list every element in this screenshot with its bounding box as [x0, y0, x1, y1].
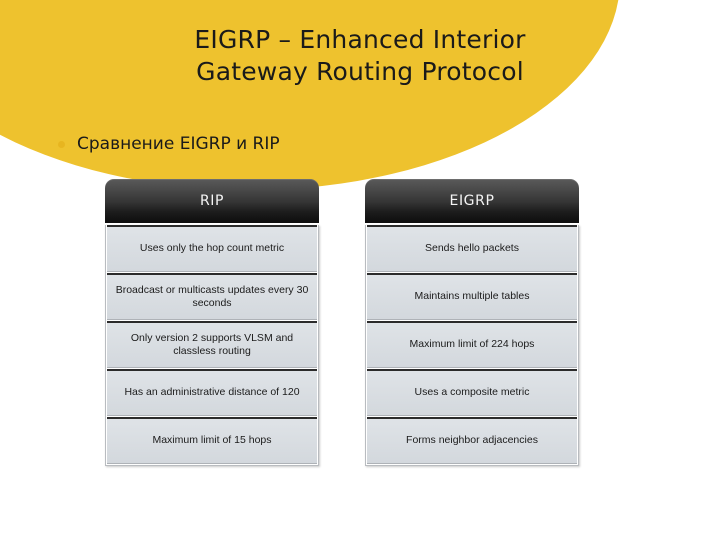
slide-canvas: EIGRP – Enhanced Interior Gateway Routin…	[0, 0, 720, 540]
table-rip-header: RIP	[105, 179, 319, 223]
bullet-item-label: Сравнение EIGRP и RIP	[77, 134, 280, 154]
table-row: Broadcast or multicasts updates every 30…	[107, 273, 317, 320]
table-row: Forms neighbor adjacencies	[367, 417, 577, 464]
table-row: Maintains multiple tables	[367, 273, 577, 320]
table-row: Sends hello packets	[367, 225, 577, 272]
table-row: Maximum limit of 15 hops	[107, 417, 317, 464]
table-row: Has an administrative distance of 120	[107, 369, 317, 416]
bullet-list-item: Сравнение EIGRP и RIP	[58, 133, 280, 155]
table-row: Uses only the hop count metric	[107, 225, 317, 272]
table-eigrp: EIGRP Sends hello packets Maintains mult…	[365, 179, 579, 466]
bullet-dot-icon	[58, 140, 65, 148]
table-row: Uses a composite metric	[367, 369, 577, 416]
table-eigrp-header: EIGRP	[365, 179, 579, 223]
table-rip: RIP Uses only the hop count metric Broad…	[105, 179, 319, 466]
table-row: Maximum limit of 224 hops	[367, 321, 577, 368]
slide-title: EIGRP – Enhanced Interior Gateway Routin…	[194, 25, 526, 86]
table-row: Only version 2 supports VLSM and classle…	[107, 321, 317, 368]
table-rip-body: Uses only the hop count metric Broadcast…	[105, 225, 319, 466]
table-eigrp-body: Sends hello packets Maintains multiple t…	[365, 225, 579, 466]
